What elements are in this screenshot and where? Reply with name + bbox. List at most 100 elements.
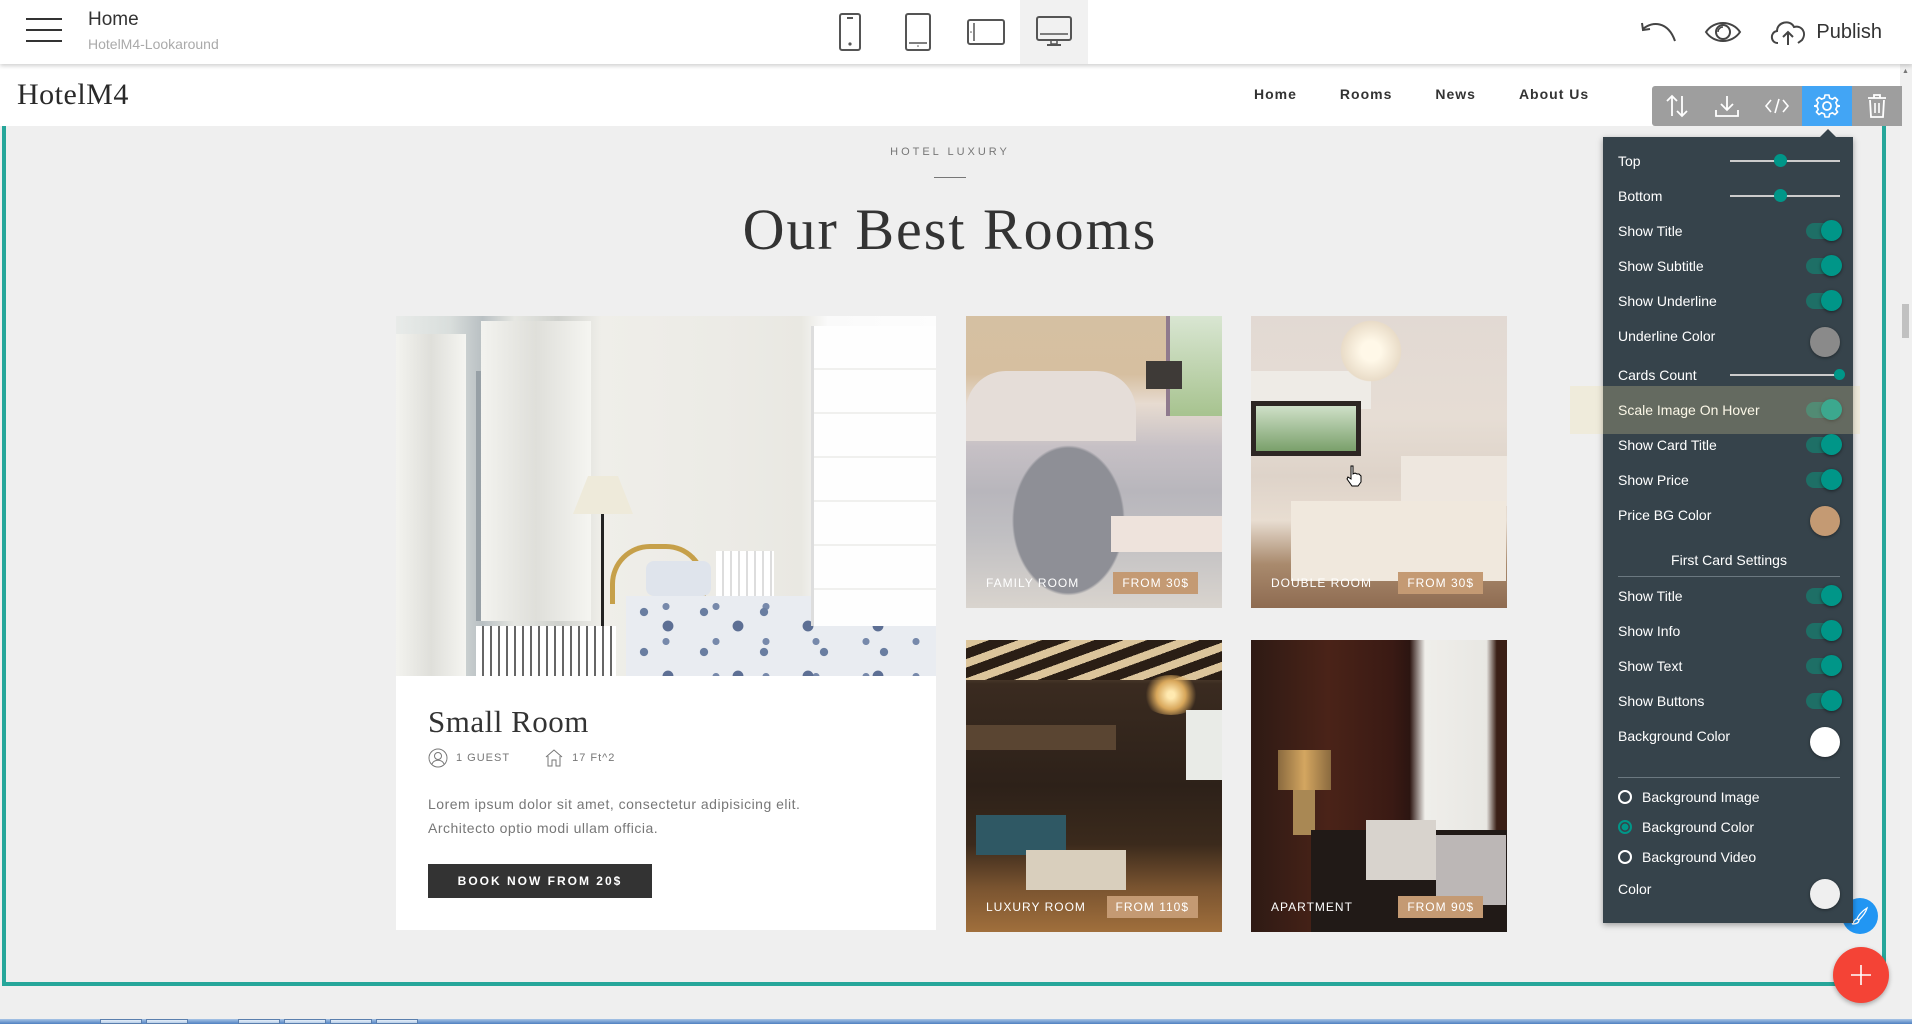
menu-button[interactable] (26, 18, 62, 46)
bottom-padding-slider[interactable] (1730, 189, 1840, 202)
device-switcher (816, 0, 1088, 64)
taskbar-item[interactable] (376, 1019, 418, 1024)
brush-icon (1851, 906, 1869, 925)
edit-code-button[interactable] (1752, 86, 1802, 126)
code-icon (1764, 98, 1790, 114)
fc-show-buttons-toggle[interactable] (1806, 690, 1842, 711)
scrollbar-thumb[interactable] (1902, 304, 1909, 338)
device-desktop-button[interactable] (1020, 0, 1088, 64)
taskbar-item[interactable] (284, 1019, 326, 1024)
setting-top: Top (1618, 147, 1840, 175)
setting-underline-color: Underline Color (1618, 322, 1840, 357)
radio-button-selected[interactable] (1618, 820, 1632, 834)
bg-option-video[interactable]: Background Video (1618, 845, 1840, 869)
taskbar-item[interactable] (146, 1019, 188, 1024)
fc-show-text-toggle[interactable] (1806, 655, 1842, 676)
save-block-button[interactable] (1702, 86, 1752, 126)
editor-topbar: Home HotelM4-Lookaround Publish (0, 0, 1912, 64)
taskbar-item[interactable] (238, 1019, 280, 1024)
device-phone-button[interactable] (816, 0, 884, 64)
nav-link-news[interactable]: News (1435, 86, 1476, 102)
setting-fc-show-buttons: Show Buttons (1618, 687, 1842, 715)
hamburger-icon (26, 18, 62, 20)
small-room-photo (396, 316, 936, 676)
publish-label: Publish (1816, 20, 1882, 43)
bg-option-color[interactable]: Background Color (1618, 815, 1840, 839)
room-card-apartment[interactable]: APARTMENT FROM 90$ (1251, 640, 1507, 932)
show-card-title-toggle[interactable] (1806, 434, 1842, 455)
block-settings-panel: Top Bottom Show Title Show Subtitle Show… (1603, 129, 1853, 923)
move-block-button[interactable] (1652, 86, 1702, 126)
cloud-upload-icon (1771, 21, 1806, 45)
project-name: HotelM4-Lookaround (88, 36, 219, 52)
room-card-luxury[interactable]: LUXURY ROOM FROM 110$ (966, 640, 1222, 932)
fc-show-title-toggle[interactable] (1806, 585, 1842, 606)
gear-icon (1814, 94, 1840, 118)
setting-bottom: Bottom (1618, 182, 1840, 210)
nav-link-home[interactable]: Home (1254, 86, 1297, 102)
move-icon (1666, 94, 1688, 118)
bg-option-image[interactable]: Background Image (1618, 785, 1840, 809)
room-card-double[interactable]: DOUBLE ROOM FROM 30$ (1251, 316, 1507, 608)
page-scrollbar[interactable]: ▲ (1900, 64, 1912, 1022)
radio-button[interactable] (1618, 850, 1632, 864)
room-card-price: FROM 110$ (1106, 896, 1198, 918)
scale-image-toggle[interactable] (1806, 399, 1842, 420)
first-card-settings-heading: First Card Settings (1618, 552, 1840, 577)
tablet-landscape-icon (967, 19, 1005, 45)
desktop-icon (1036, 16, 1072, 46)
delete-block-button[interactable] (1852, 86, 1902, 126)
room-card-family[interactable]: FAMILY ROOM FROM 30$ (966, 316, 1222, 608)
os-taskbar (0, 1019, 1912, 1024)
setting-cards-count: Cards Count (1618, 361, 1845, 389)
download-icon (1715, 96, 1739, 117)
room-card-price: FROM 30$ (1113, 572, 1198, 594)
nav-link-rooms[interactable]: Rooms (1340, 86, 1392, 102)
page-title[interactable]: Home (88, 9, 139, 31)
undo-icon[interactable] (1640, 19, 1678, 45)
underline-color-swatch[interactable] (1810, 327, 1840, 357)
device-tablet-landscape-button[interactable] (952, 0, 1020, 64)
fc-show-info-toggle[interactable] (1806, 620, 1842, 641)
color-swatch[interactable] (1810, 879, 1840, 909)
setting-price-bg-color: Price BG Color (1618, 501, 1840, 536)
block-settings-button[interactable] (1802, 86, 1852, 126)
show-price-toggle[interactable] (1806, 469, 1842, 490)
fc-bg-color-swatch[interactable] (1810, 727, 1840, 757)
add-block-button[interactable] (1833, 947, 1889, 1003)
publish-button[interactable]: Publish (1768, 17, 1882, 47)
setting-fc-show-title: Show Title (1618, 582, 1842, 610)
first-card-text: Lorem ipsum dolor sit amet, consectetur … (428, 796, 801, 836)
top-actions: Publish (1640, 0, 1882, 64)
room-area: 17 Ft^2 (572, 752, 616, 764)
room-card-price: FROM 90$ (1398, 896, 1483, 918)
eye-icon[interactable] (1704, 19, 1742, 45)
top-padding-slider[interactable] (1730, 154, 1840, 167)
taskbar-item[interactable] (100, 1019, 142, 1024)
setting-show-subtitle: Show Subtitle (1618, 252, 1842, 280)
taskbar-item[interactable] (330, 1019, 372, 1024)
show-underline-toggle[interactable] (1806, 290, 1842, 311)
cards-count-slider[interactable] (1730, 369, 1845, 380)
site-nav-links: Home Rooms News About Us (1254, 86, 1632, 102)
book-now-button[interactable]: BOOK NOW FROM 20$ (428, 864, 652, 898)
price-bg-color-swatch[interactable] (1810, 506, 1840, 536)
family-room-photo (966, 316, 1222, 608)
scroll-up-arrow-icon[interactable]: ▲ (1902, 68, 1909, 75)
site-logo[interactable]: HotelM4 (17, 78, 129, 112)
first-card-info: 1 GUEST 17 Ft^2 (428, 748, 908, 768)
apartment-photo (1251, 640, 1507, 932)
section-underline (934, 177, 966, 178)
setting-show-card-title: Show Card Title (1618, 431, 1842, 459)
room-card-title: LUXURY ROOM (986, 900, 1086, 914)
nav-link-about[interactable]: About Us (1519, 86, 1589, 102)
setting-fc-show-text: Show Text (1618, 652, 1842, 680)
show-subtitle-toggle[interactable] (1806, 255, 1842, 276)
show-title-toggle[interactable] (1806, 220, 1842, 241)
device-tablet-button[interactable] (884, 0, 952, 64)
room-card-title: FAMILY ROOM (986, 576, 1080, 590)
tablet-icon (905, 13, 931, 51)
panel-divider (1618, 777, 1840, 778)
radio-button[interactable] (1618, 790, 1632, 804)
block-toolbar (1652, 86, 1902, 126)
